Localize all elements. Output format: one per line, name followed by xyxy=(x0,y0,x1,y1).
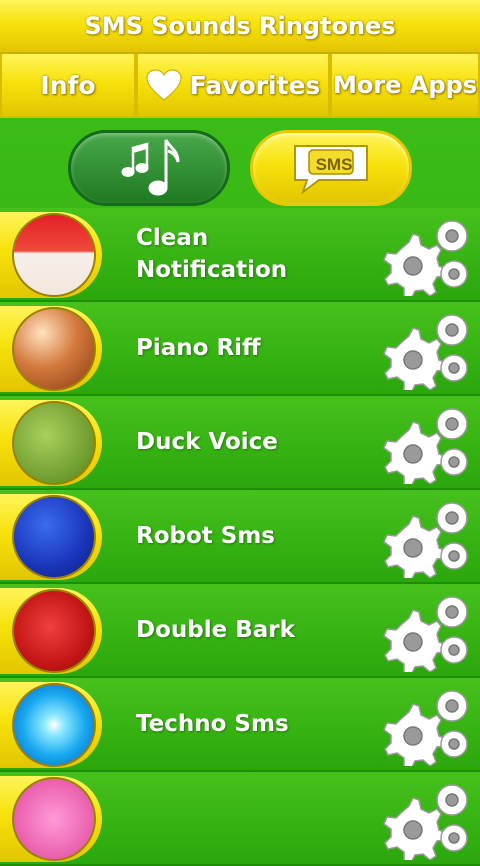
ringtone-artwork-image xyxy=(12,213,96,297)
gear-small-bottom xyxy=(440,542,468,570)
tab-more-apps[interactable]: More Apps xyxy=(330,54,480,118)
tab-info-label: Info xyxy=(40,70,96,100)
heart-icon xyxy=(146,69,182,101)
gear-large xyxy=(383,421,448,484)
sms-label: SMS xyxy=(315,155,353,174)
ringtone-row[interactable]: Piano Riff xyxy=(0,302,480,396)
ringtone-row[interactable]: Double Bark xyxy=(0,584,480,678)
ringtone-name: Clean Notification xyxy=(136,225,288,283)
title-bar: SMS Sounds Ringtones xyxy=(0,0,480,54)
ringtone-row[interactable]: Duck Voice xyxy=(0,396,480,490)
ringtone-name: Robot Sms xyxy=(136,523,275,549)
gear-large xyxy=(383,797,448,860)
ringtone-artwork-frame xyxy=(0,588,102,674)
gear-large xyxy=(383,609,448,672)
ringtone-artwork-frame xyxy=(0,306,102,392)
settings-gears-icon[interactable] xyxy=(380,214,474,296)
ringtone-artwork-image xyxy=(12,401,96,485)
ringtone-artwork-frame xyxy=(0,776,102,862)
gear-small-bottom xyxy=(440,636,468,664)
gear-small-top xyxy=(436,220,468,252)
tab-bar: Info Favorites More Apps xyxy=(0,54,480,118)
ringtone-artwork-frame xyxy=(0,682,102,768)
settings-gears-icon[interactable] xyxy=(380,308,474,390)
ringtone-artwork-frame xyxy=(0,494,102,580)
sms-mode-button[interactable]: SMS xyxy=(250,130,412,206)
gear-large xyxy=(383,703,448,766)
gear-small-top xyxy=(436,596,468,628)
gear-small-bottom xyxy=(440,448,468,476)
settings-gears-icon[interactable] xyxy=(380,778,474,860)
ringtone-name: Techno Sms xyxy=(136,711,289,737)
ringtone-name: Double Bark xyxy=(136,617,295,643)
gear-small-bottom xyxy=(440,260,468,288)
ringtone-name: Piano Riff xyxy=(136,335,261,361)
gear-small-bottom xyxy=(440,824,468,852)
ringtone-artwork-frame xyxy=(0,212,102,298)
settings-gears-icon[interactable] xyxy=(380,402,474,484)
tab-favorites[interactable]: Favorites xyxy=(136,54,330,118)
gear-small-top xyxy=(436,408,468,440)
music-notes-icon xyxy=(121,139,180,196)
gear-large xyxy=(383,233,448,296)
ringtone-artwork-image xyxy=(12,683,96,767)
gear-large xyxy=(383,327,448,390)
gear-small-top xyxy=(436,690,468,722)
tab-more-apps-label: More Apps xyxy=(332,71,478,99)
ringtone-row[interactable] xyxy=(0,772,480,866)
ringtone-row[interactable]: Techno Sms xyxy=(0,678,480,772)
settings-gears-icon[interactable] xyxy=(380,684,474,766)
mode-toggle-group: SMS xyxy=(0,118,480,214)
ringtone-artwork-image xyxy=(12,495,96,579)
tab-info[interactable]: Info xyxy=(0,54,136,118)
settings-gears-icon[interactable] xyxy=(380,496,474,578)
ringtone-artwork-image xyxy=(12,777,96,861)
ringtone-row[interactable]: Robot Sms xyxy=(0,490,480,584)
gear-small-bottom xyxy=(440,354,468,382)
ringtone-name xyxy=(136,772,366,864)
gear-small-top xyxy=(436,784,468,816)
app-title: SMS Sounds Ringtones xyxy=(84,12,396,40)
ringtone-list: Clean Notification Piano Riff Duck Voice… xyxy=(0,208,480,866)
ringtone-artwork-image xyxy=(12,307,96,391)
gear-small-top xyxy=(436,314,468,346)
ringtone-name: Duck Voice xyxy=(136,429,278,455)
gear-small-top xyxy=(436,502,468,534)
ringtone-row[interactable]: Clean Notification xyxy=(0,208,480,302)
ringtone-mode-button[interactable] xyxy=(68,130,230,206)
tab-favorites-label: Favorites xyxy=(189,70,321,100)
ringtone-artwork-frame xyxy=(0,400,102,486)
ringtone-artwork-image xyxy=(12,589,96,673)
gear-large xyxy=(383,515,448,578)
gear-small-bottom xyxy=(440,730,468,758)
settings-gears-icon[interactable] xyxy=(380,590,474,672)
